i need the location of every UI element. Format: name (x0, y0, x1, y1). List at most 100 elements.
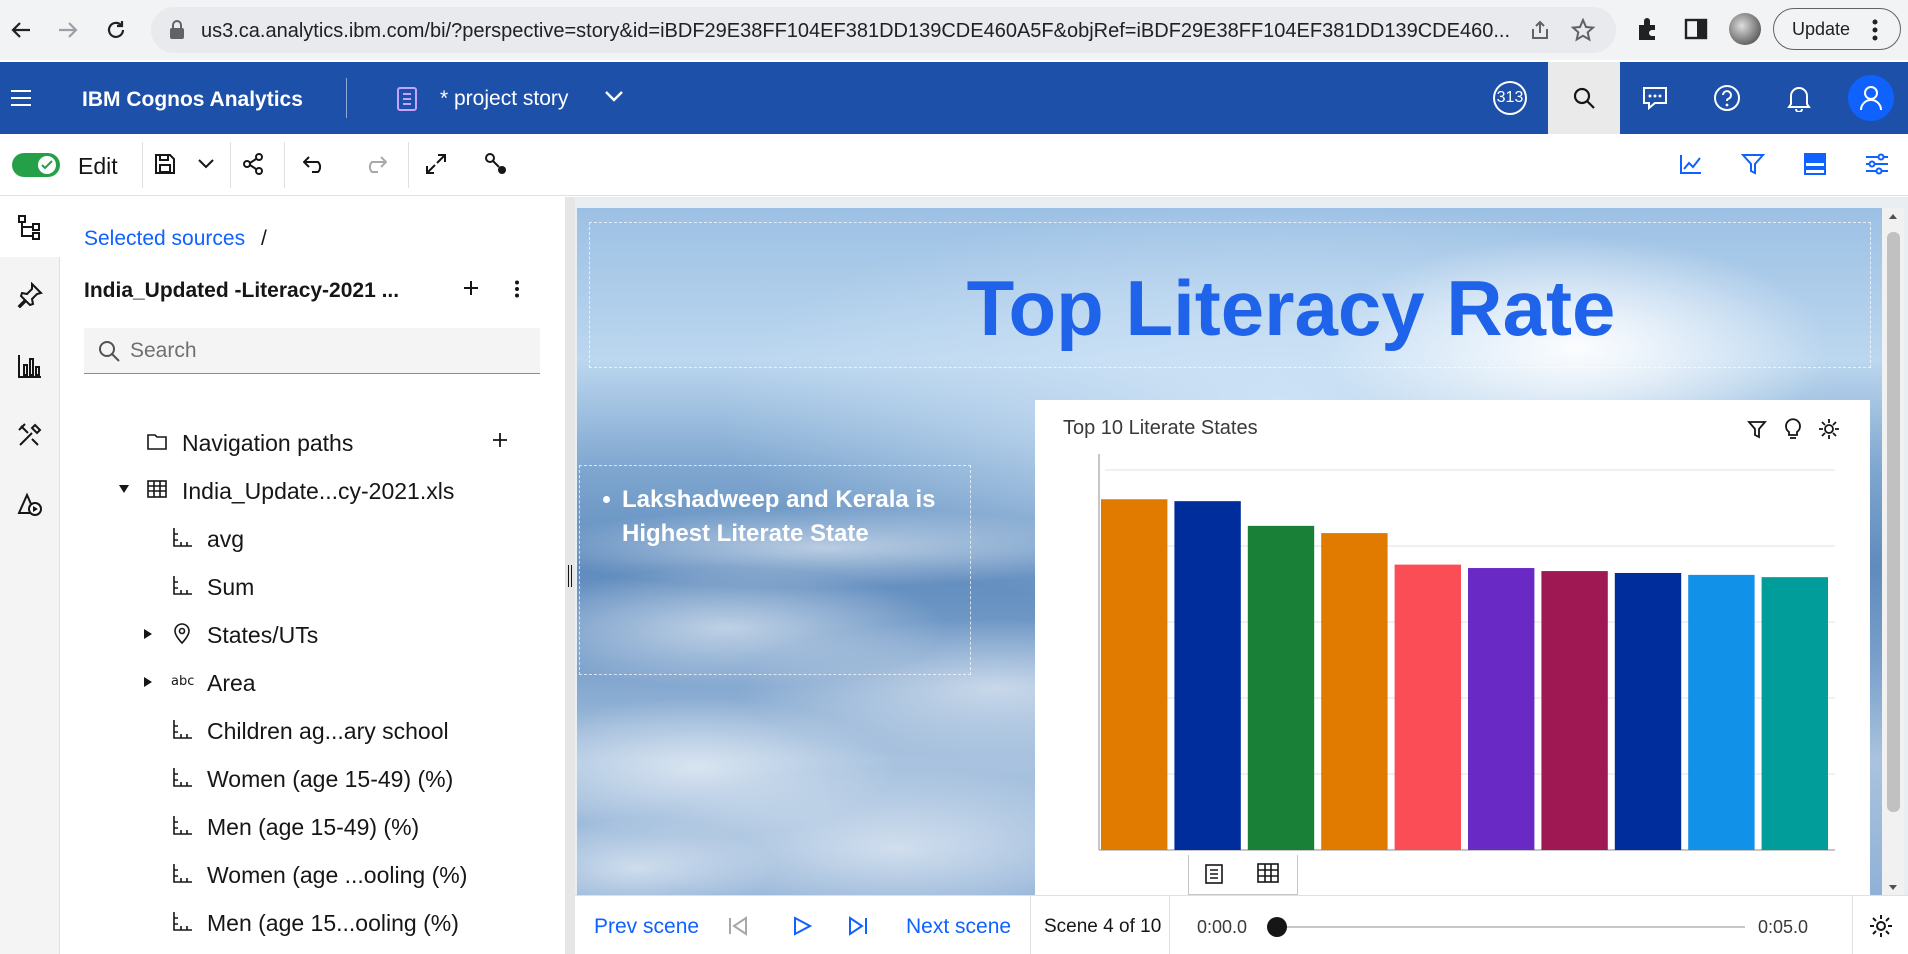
tools-icon (18, 423, 42, 446)
more-vertical-icon (515, 280, 519, 298)
breadcrumb-link[interactable]: Selected sources (84, 227, 245, 250)
bar[interactable] (1688, 574, 1755, 850)
share-button[interactable] (233, 144, 273, 184)
skip-end-button[interactable] (847, 916, 869, 936)
chart-table-button[interactable] (1257, 863, 1279, 883)
panel-splitter[interactable] (565, 197, 575, 954)
add-navigation-path-button[interactable] (492, 432, 508, 448)
bar[interactable] (1247, 525, 1315, 850)
bar[interactable] (1761, 577, 1828, 850)
edit-toggle[interactable] (12, 153, 60, 177)
extensions-icon[interactable] (1635, 16, 1661, 42)
chart-widget[interactable]: Top 10 Literate States (1035, 400, 1870, 898)
rail-widgets[interactable] (0, 405, 60, 465)
rail-pins[interactable] (0, 265, 60, 325)
title-frame[interactable]: Top Literacy Rate (589, 222, 1871, 368)
rail-visualizations[interactable] (0, 336, 60, 396)
notes-icon (1205, 864, 1223, 884)
bar[interactable] (1321, 533, 1388, 850)
rail-media[interactable] (0, 474, 60, 534)
measure-icon (171, 862, 193, 884)
share-icon (1532, 20, 1548, 39)
filter-button[interactable] (1733, 144, 1773, 184)
source-overflow-button[interactable] (514, 280, 520, 298)
sidepanel-icon[interactable] (1684, 17, 1708, 41)
forward-button[interactable] (50, 12, 86, 48)
search-input[interactable] (130, 328, 530, 374)
header-divider (346, 78, 347, 118)
measure-icon (171, 574, 193, 596)
bar[interactable] (1394, 564, 1461, 850)
redo-button[interactable] (355, 144, 395, 184)
prev-scene-button[interactable]: Prev scene (594, 915, 699, 939)
splitter-grip[interactable] (568, 565, 572, 587)
caret-down-icon[interactable] (118, 484, 130, 494)
trend-button[interactable] (1671, 144, 1711, 184)
reload-button[interactable] (98, 12, 134, 48)
plus-icon (464, 281, 478, 295)
undo-icon (303, 156, 322, 173)
undo-button[interactable] (295, 144, 335, 184)
bar[interactable] (1101, 499, 1168, 850)
properties-button[interactable] (1857, 144, 1897, 184)
caret-right-icon[interactable] (143, 628, 153, 640)
tree-item[interactable]: Women (age 15-49) (%) (60, 754, 565, 802)
user-icon (1860, 86, 1882, 111)
user-profile-button[interactable] (1848, 75, 1894, 121)
search-button[interactable] (1548, 62, 1620, 134)
bar[interactable] (1541, 571, 1608, 850)
tree-item-label: Sum (207, 574, 255, 600)
tree-item[interactable]: abc Area (60, 658, 565, 706)
hamburger-menu-icon[interactable] (10, 88, 32, 108)
save-menu-button[interactable] (186, 144, 226, 184)
tree-item[interactable]: Men (age 15-49) (%) (60, 802, 565, 850)
play-button[interactable] (792, 916, 812, 936)
chat-button[interactable] (1620, 62, 1690, 134)
bar[interactable] (1468, 568, 1535, 850)
tree-item[interactable]: Navigation paths (60, 418, 565, 466)
add-source-button[interactable] (462, 279, 480, 297)
tree-item[interactable]: avg (60, 514, 565, 562)
story-title[interactable]: * project story (440, 87, 568, 111)
notification-count-badge[interactable]: 313 (1493, 81, 1527, 115)
connect-button[interactable] (476, 144, 516, 184)
fullscreen-button[interactable] (416, 144, 456, 184)
bar[interactable] (1174, 501, 1241, 850)
address-bar[interactable]: us3.ca.analytics.ibm.com/bi/?perspective… (151, 7, 1616, 53)
back-button[interactable] (3, 12, 39, 48)
update-button[interactable]: Update (1773, 8, 1901, 50)
next-scene-button[interactable]: Next scene (906, 915, 1011, 939)
chart-notes-button[interactable] (1204, 863, 1224, 885)
tree-item[interactable]: Men (age 15...ooling (%) (60, 898, 565, 946)
scroll-up-icon (1889, 214, 1897, 219)
timeline-track[interactable] (1275, 926, 1745, 928)
panels-button[interactable] (1795, 144, 1835, 184)
notifications-button[interactable] (1764, 62, 1834, 134)
caret-right-icon[interactable] (143, 676, 153, 688)
tree-item[interactable]: Children ag...ary school (60, 706, 565, 754)
sliders-icon (1866, 153, 1888, 175)
skip-start-button[interactable] (727, 916, 749, 936)
chevron-down-icon[interactable] (604, 89, 624, 103)
player-settings-button[interactable] (1869, 914, 1893, 938)
timeline-knob[interactable] (1267, 917, 1287, 937)
source-search[interactable] (84, 328, 540, 374)
connect-icon (485, 153, 506, 174)
breadcrumb-separator: / (260, 227, 267, 250)
scene-counter[interactable]: Scene 4 of 10 (1044, 916, 1161, 938)
help-button[interactable] (1692, 62, 1762, 134)
profile-avatar[interactable] (1729, 13, 1761, 45)
toolbar-divider (230, 142, 231, 188)
rail-sources[interactable] (0, 197, 60, 257)
scrollbar-thumb[interactable] (1887, 232, 1900, 812)
tree-item[interactable]: Women (age ...ooling (%) (60, 850, 565, 898)
tree-item[interactable]: Sum (60, 562, 565, 610)
tree-item[interactable]: India_Update...cy-2021.xls (60, 466, 565, 514)
tree-item[interactable]: States/UTs (60, 610, 565, 658)
breadcrumb[interactable]: Selected sources / (84, 227, 267, 251)
bar[interactable] (1614, 572, 1682, 850)
expand-icon (426, 154, 446, 174)
save-button[interactable] (145, 144, 185, 184)
left-rail (0, 197, 60, 954)
time-start: 0:00.0 (1197, 917, 1248, 937)
